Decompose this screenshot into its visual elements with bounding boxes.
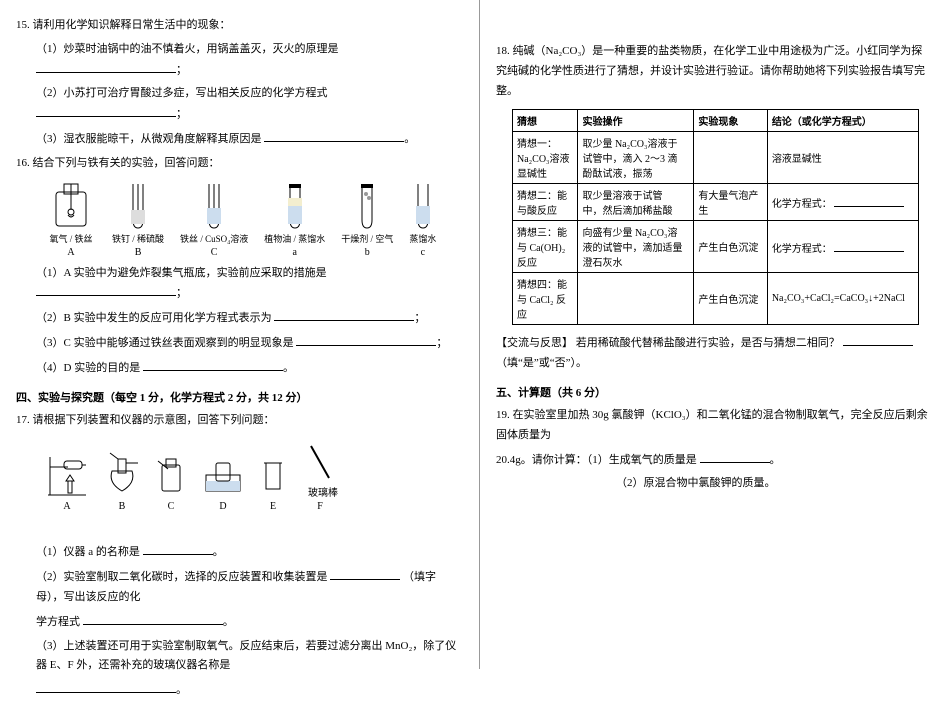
th-concl: 结论（或化学方程式） [767,110,918,132]
test-tube-icon [354,180,380,232]
q16-sub-3: （3）C 实验中能够通过铁丝表面观察到的明显现象是 ； [16,333,463,354]
section-5-heading: 五、计算题（共 6 分） [496,384,929,400]
q18-reflect: 【交流与反思】 若用稀硫酸代替稀盐酸进行实验，是否与猜想二相同？ （填“是”或“… [496,333,929,374]
cell-guess: 猜想四：能 与 CaCl₂ 反 应 [513,273,578,325]
q16-num: 16. [16,157,30,169]
beaker-icon [260,451,286,499]
apparatus-A: 氧气 / 铁丝 A [46,180,96,258]
table-row: 猜想四：能 与 CaCl₂ 反 应 产生白色沉淀 Na₂CO₃+CaCl₂=Ca… [513,273,919,325]
blank[interactable] [36,60,176,73]
generator-icon [104,451,140,499]
q19-line3: （2）原混合物中氯酸钾的质量。 [496,474,929,494]
cell-concl[interactable]: 化学方程式： [767,221,918,273]
flask-icon [46,180,96,232]
th-ph: 实验现象 [694,110,767,132]
apparatus-C: 铁丝 / CuSO₄溶液 C [180,180,248,258]
table-row: 猜想二：能 与酸反应 取少量溶液于试管 中，然后滴加稀盐酸 有大量气泡产 生 化… [513,184,919,221]
q17-stem: 17. 请根据下列装置和仪器的示意图，回答下列问题： [16,411,463,431]
blank[interactable] [834,194,904,207]
q18-stem: 18. 纯碱（Na₂CO₃）是一种重要的盐类物质，在化学工业中用途极为广泛。小红… [496,42,929,101]
cell-concl[interactable]: 化学方程式： [767,184,918,221]
apparatus-c: 蒸馏水 c [409,180,436,258]
apparatus-a: 植物油 / 蒸馏水 a [264,180,325,258]
cell-ph[interactable] [694,132,767,184]
q15-item-1: （1）炒菜时油锅中的油不慎着火，用锅盖盖灭，灭火的原理是 ； [16,40,463,81]
test-tube-icon [201,180,227,232]
test-tube-icon [410,180,436,232]
cell-op[interactable] [578,273,694,325]
test-tube-icon [125,180,151,232]
blank[interactable] [36,680,176,693]
q18-num: 18. [496,45,510,57]
cell-concl: 溶液显碱性 [767,132,918,184]
blank[interactable] [36,283,176,296]
right-column: 18. 纯碱（Na₂CO₃）是一种重要的盐类物质，在化学工业中用途极为广泛。小红… [480,0,945,669]
apparatus-q17-C: C [156,451,186,512]
q16-stem: 16. 结合下列与铁有关的实验，回答问题： [16,154,463,174]
q19-stem: 19. 在实验室里加热 30g 氯酸钾（KClO₃）和二氧化锰的混合物制取氧气，… [496,406,929,446]
blank[interactable] [700,450,770,463]
water-collect-icon [202,451,244,499]
q17-sub-3: （3）上述装置还可用于实验室制取氧气。反应结束后，若要过滤分离出 MnO₂，除了… [16,637,463,677]
q16-sub-4: （4）D 实验的目的是 。 [16,358,463,379]
cell-ph: 有大量气泡产 生 [694,184,767,221]
blank[interactable] [296,333,436,346]
q15-item-3: （3）湿衣服能晾干，从微观角度解释其原因是 。 [16,129,463,150]
q19-num: 19. [496,409,510,421]
cell-op: 向盛有少量 Na₂CO₃溶 液的试管中，滴加适量 澄石灰水 [578,221,694,273]
left-column: 15. 请利用化学知识解释日常生活中的现象： （1）炒菜时油锅中的油不慎着火，用… [0,0,480,669]
cell-guess: 猜想一： Na₂CO₃溶液 显碱性 [513,132,578,184]
q17-sub-2b: 学方程式 。 [16,612,463,633]
heating-apparatus-icon [46,451,88,499]
cell-guess: 猜想三：能 与 Ca(OH)₂ 反应 [513,221,578,273]
apparatus-q17-D: D [202,451,244,512]
table-row: 猜想三：能 与 Ca(OH)₂ 反应 向盛有少量 Na₂CO₃溶 液的试管中，滴… [513,221,919,273]
cell-op: 取少量溶液于试管 中，然后滴加稀盐酸 [578,184,694,221]
apparatus-q17-F: 玻璃棒 F [302,436,338,512]
blank[interactable] [834,239,904,252]
th-guess: 猜想 [513,110,578,132]
cell-op: 取少量 Na₂CO₃溶液于 试管中，滴入 2～3 滴 酚酞试液，振荡 [578,132,694,184]
apparatus-q17-B: B [104,451,140,512]
test-tube-icon [282,180,308,232]
blank[interactable] [330,567,400,580]
q16-sub-1: （1）A 实验中为避免炸裂集气瓶底，实验前应采取的措施是 ； [16,264,463,305]
q16-diagram-set: 氧气 / 铁丝 A 铁钉 / 稀硫酸 B 铁丝 [46,180,463,258]
q15-num: 15. [16,19,30,31]
blank[interactable] [843,333,913,346]
cell-concl: Na₂CO₃+CaCl₂=CaCO₃↓+2NaCl [767,273,918,325]
q17-sub-2: （2）实验室制取二氧化碳时，选择的反应装置和收集装置是 （填字母），写出该反应的… [16,567,463,608]
q15-item-2: （2）小苏打可治疗胃酸过多症，写出相关反应的化学方程式 ； [16,84,463,125]
q17-sub-3b: 。 [16,680,463,701]
cell-ph: 产生白色沉淀 [694,273,767,325]
q19-line2: 20.4g。请你计算：（1）生成氧气的质量是 。 [496,450,929,471]
q15-stem: 15. 请利用化学知识解释日常生活中的现象： [16,16,463,36]
blank[interactable] [143,542,213,555]
q17-diagram-set: A B C [46,436,463,512]
blank[interactable] [264,129,404,142]
apparatus-b: 干燥剂 / 空气 b [341,180,393,258]
gas-collect-icon [156,451,186,499]
reflect-label: 【交流与反思】 [496,337,573,349]
apparatus-q17-A: A [46,451,88,512]
apparatus-B: 铁钉 / 稀硫酸 B [112,180,164,258]
apparatus-q17-E: E [260,451,286,512]
th-op: 实验操作 [578,110,694,132]
table-row: 猜想一： Na₂CO₃溶液 显碱性 取少量 Na₂CO₃溶液于 试管中，滴入 2… [513,132,919,184]
q17-sub-1: （1）仪器 a 的名称是 。 [16,542,463,563]
glass-rod-icon [305,436,335,484]
cell-guess: 猜想二：能 与酸反应 [513,184,578,221]
q18-table: 猜想 实验操作 实验现象 结论（或化学方程式） 猜想一： Na₂CO₃溶液 显碱… [512,109,919,325]
table-header-row: 猜想 实验操作 实验现象 结论（或化学方程式） [513,110,919,132]
blank[interactable] [143,358,283,371]
blank[interactable] [83,612,223,625]
blank[interactable] [274,308,414,321]
cell-ph: 产生白色沉淀 [694,221,767,273]
q16-sub-2: （2）B 实验中发生的反应可用化学方程式表示为 ； [16,308,463,329]
q17-num: 17. [16,414,30,426]
section-4-heading: 四、实验与探究题（每空 1 分，化学方程式 2 分，共 12 分） [16,389,463,405]
blank[interactable] [36,104,176,117]
